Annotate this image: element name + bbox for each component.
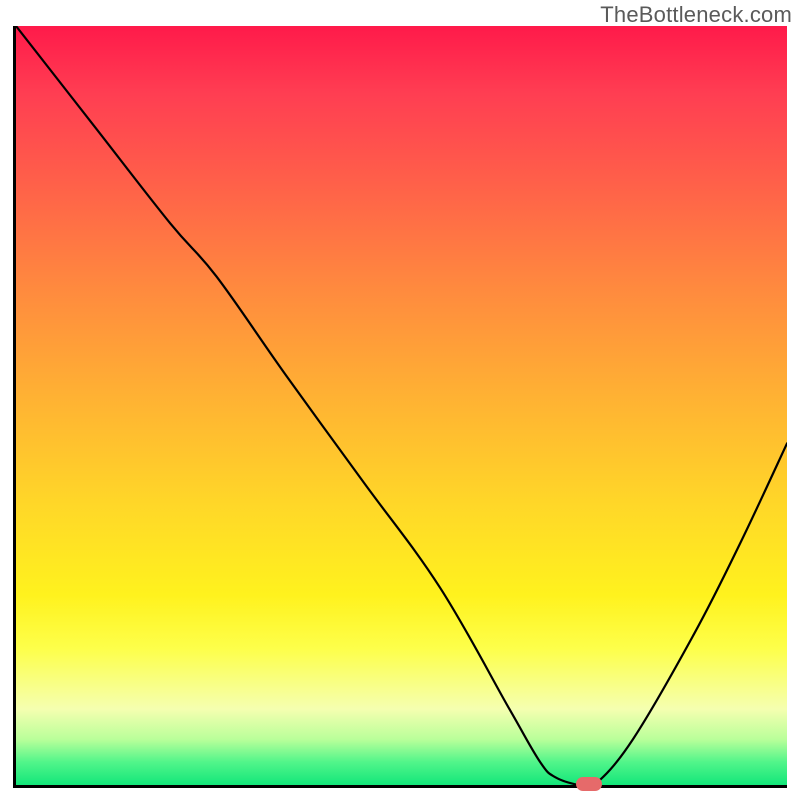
optimal-marker [576, 777, 602, 791]
chart-container: TheBottleneck.com [0, 0, 800, 800]
curve-svg [16, 26, 787, 785]
plot-frame [13, 26, 787, 788]
bottleneck-curve [16, 26, 787, 785]
watermark-text: TheBottleneck.com [600, 2, 792, 28]
